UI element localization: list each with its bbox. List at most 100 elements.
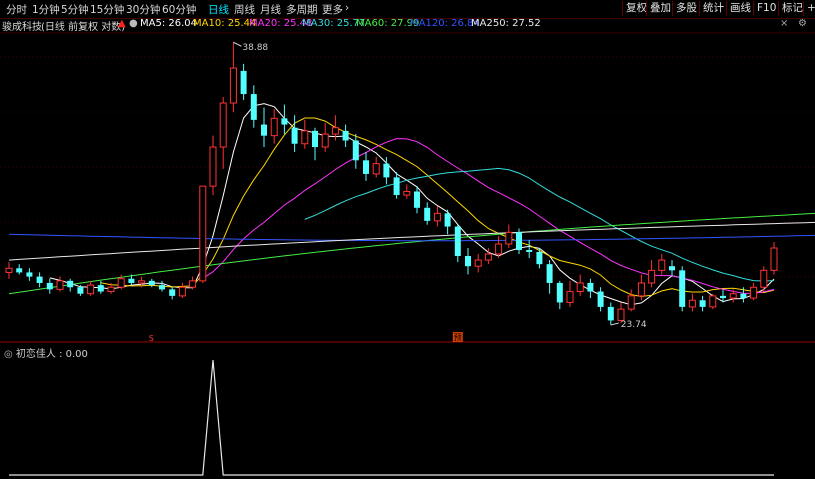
candle-body: [199, 185, 207, 282]
candle-body: [729, 293, 737, 299]
candle: [219, 97, 227, 169]
candle: [444, 209, 451, 235]
candle: [36, 272, 43, 288]
candle-body: [159, 285, 165, 290]
candle-body: [87, 284, 95, 295]
candle: [556, 280, 563, 310]
candle: [709, 293, 717, 310]
candle: [576, 274, 584, 296]
candle: [566, 280, 574, 307]
candle: [597, 287, 604, 312]
candle: [159, 280, 165, 292]
candles: [5, 42, 778, 326]
candle: [465, 247, 471, 275]
candle: [505, 224, 513, 248]
candle-body: [669, 266, 675, 271]
candle-body: [97, 285, 104, 292]
candle-body: [178, 286, 186, 297]
oscillator-gear-icon[interactable]: ◎: [4, 349, 16, 360]
candle-body: [536, 251, 543, 265]
candle-body: [169, 289, 176, 296]
candle-body: [516, 232, 522, 250]
candle-body: [46, 282, 53, 290]
candle-body: [189, 280, 197, 288]
candle-body: [372, 163, 380, 175]
candle-body: [261, 124, 267, 136]
candle-body: [321, 133, 329, 148]
candle: [67, 278, 74, 292]
candle-body: [26, 272, 33, 277]
candle: [750, 282, 758, 301]
candle-body: [495, 243, 503, 255]
candle-body: [56, 280, 64, 290]
low-label: 23.74: [621, 320, 647, 330]
candle: [229, 42, 237, 113]
candle: [363, 151, 369, 181]
candle: [342, 124, 349, 148]
ma20-line: [202, 138, 775, 294]
candle-body: [750, 286, 758, 299]
candle-body: [526, 249, 533, 252]
candle-body: [627, 295, 635, 310]
candle: [403, 184, 411, 199]
candle: [607, 302, 614, 326]
candle-body: [444, 213, 451, 227]
candle-body: [393, 177, 400, 196]
candle: [281, 104, 288, 135]
candle-body: [16, 268, 23, 273]
candle: [87, 280, 95, 296]
candle-body: [414, 191, 420, 208]
candle: [454, 224, 461, 263]
candle-body: [474, 259, 482, 267]
candle-body: [566, 291, 574, 303]
candle-body: [617, 308, 625, 321]
candle-body: [229, 67, 237, 104]
candle-body: [312, 130, 318, 148]
candle-body: [138, 280, 146, 284]
candle: [5, 262, 13, 279]
candle-body: [270, 117, 278, 137]
candle: [240, 63, 247, 101]
low-pointer: [610, 322, 619, 326]
candle-body: [128, 278, 135, 283]
kline-chart[interactable]: 38.88 23.74 S 预: [0, 0, 815, 479]
candle-body: [291, 127, 298, 144]
candle-body: [465, 256, 471, 267]
candle: [414, 186, 420, 214]
ma-lines: [8, 103, 815, 306]
candle: [648, 260, 656, 288]
candle-body: [679, 270, 686, 307]
candle: [291, 115, 298, 152]
candle: [16, 264, 23, 275]
candle: [372, 156, 380, 178]
candle: [699, 295, 706, 312]
candle-body: [709, 295, 717, 308]
oscillator-label: ◎ 初恋佳人 : 0.00: [4, 345, 88, 360]
candle-body: [331, 127, 339, 135]
candle-body: [240, 70, 247, 95]
candle: [679, 266, 686, 312]
candle-body: [352, 140, 359, 161]
candle: [250, 85, 257, 128]
candle: [669, 260, 675, 277]
candle-body: [77, 287, 84, 294]
candle-body: [576, 282, 584, 293]
oscillator-pane: [9, 359, 774, 476]
candle-body: [607, 306, 614, 321]
candle-body: [688, 299, 696, 308]
candle-body: [454, 226, 461, 257]
candle-body: [505, 231, 513, 245]
candle-body: [658, 259, 666, 271]
candle: [178, 282, 186, 299]
candle: [46, 278, 53, 294]
candle: [424, 202, 431, 225]
candle-body: [424, 207, 431, 221]
candle-body: [403, 190, 411, 196]
candle-body: [587, 282, 594, 292]
candle-body: [770, 247, 778, 271]
candle: [312, 127, 318, 161]
candle-body: [342, 130, 349, 141]
candle-body: [720, 295, 726, 299]
ma250-line: [8, 221, 815, 261]
candle: [433, 205, 441, 227]
